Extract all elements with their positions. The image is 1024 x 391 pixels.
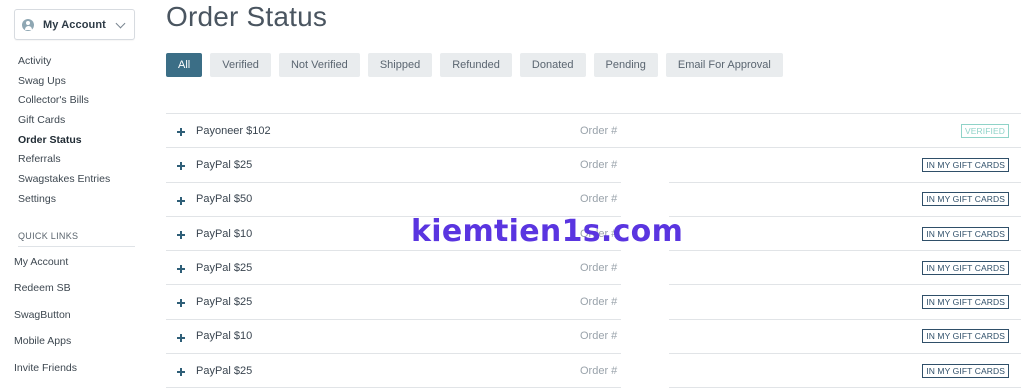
status-badge: VERIFIED [960,123,1009,138]
expand-plus-icon[interactable] [177,162,185,171]
status-filter-tabs: All Verified Not Verified Shipped Refund… [166,53,791,77]
order-name: PayPal $10 [196,227,253,240]
order-name: PayPal $10 [196,330,253,343]
sidebar: My Account Activity Swag Ups Collector's… [0,0,140,391]
my-account-label: My Account [43,18,106,31]
order-number: Order # [580,364,618,377]
my-account-dropdown[interactable]: My Account [14,9,135,40]
order-list: Payoneer $102 Order # VERIFIED PayPal $2… [166,113,1021,389]
expand-plus-icon[interactable] [177,333,185,342]
status-badge: IN MY GIFT CARDS [922,192,1009,207]
order-name: PayPal $25 [196,261,253,274]
quick-links-heading: QUICK LINKS [18,231,135,247]
order-name: Payoneer $102 [196,124,271,137]
status-badge: IN MY GIFT CARDS [922,260,1009,275]
account-nav: Activity Swag Ups Collector's Bills Gift… [18,54,110,212]
order-number: Order # [580,330,618,343]
order-row[interactable]: PayPal $25 Order # IN MY GIFT CARDS [166,251,1021,286]
expand-plus-icon[interactable] [177,128,185,136]
order-row[interactable]: PayPal $25 Order # IN MY GIFT CARDS [166,354,1021,389]
nav-item-referrals[interactable]: Referrals [18,152,110,172]
nav-item-settings[interactable]: Settings [18,192,110,212]
quick-link-invite-friends[interactable]: Invite Friends [14,361,77,387]
nav-item-order-status[interactable]: Order Status [18,133,110,153]
order-name: PayPal $25 [196,158,253,171]
expand-plus-icon[interactable] [177,265,185,274]
order-row[interactable]: PayPal $10 Order # IN MY GIFT CARDS [166,320,1021,355]
quick-link-redeem-sb[interactable]: Redeem SB [14,281,77,307]
redaction-band [621,148,669,391]
filter-refunded[interactable]: Refunded [440,53,512,77]
page-title: Order Status [166,1,328,32]
user-avatar-icon [22,18,34,31]
nav-item-swag-ups[interactable]: Swag Ups [18,74,110,94]
filter-donated[interactable]: Donated [519,53,586,77]
order-number: Order # [580,158,618,171]
nav-item-collectors-bills[interactable]: Collector's Bills [18,93,110,113]
order-number: Order # [580,193,618,206]
expand-plus-icon[interactable] [177,368,185,377]
status-badge: IN MY GIFT CARDS [922,295,1009,310]
quick-links-list: My Account Redeem SB SwagButton Mobile A… [14,255,77,387]
filter-all[interactable]: All [166,53,203,77]
nav-item-swagstakes-entries[interactable]: Swagstakes Entries [18,172,110,192]
order-name: PayPal $25 [196,364,253,377]
order-number: Order # [580,261,618,274]
filter-shipped[interactable]: Shipped [367,53,433,77]
order-number: Order # [580,124,618,137]
status-badge: IN MY GIFT CARDS [922,329,1009,344]
nav-item-gift-cards[interactable]: Gift Cards [18,113,110,133]
order-row[interactable]: Payoneer $102 Order # VERIFIED [166,114,1021,149]
quick-link-swagbutton[interactable]: SwagButton [14,308,77,334]
status-badge: IN MY GIFT CARDS [922,157,1009,172]
order-row[interactable]: PayPal $25 Order # IN MY GIFT CARDS [166,285,1021,320]
order-name: PayPal $25 [196,296,253,309]
expand-plus-icon[interactable] [177,299,185,308]
status-badge: IN MY GIFT CARDS [922,363,1009,378]
quick-link-mobile-apps[interactable]: Mobile Apps [14,334,77,360]
quick-link-my-account[interactable]: My Account [14,255,77,281]
filter-pending[interactable]: Pending [593,53,658,77]
order-row[interactable]: PayPal $25 Order # IN MY GIFT CARDS [166,148,1021,183]
expand-plus-icon[interactable] [177,196,185,205]
filter-verified[interactable]: Verified [210,53,271,77]
status-badge: IN MY GIFT CARDS [922,226,1009,241]
watermark-text: kiemtien1s.com [411,214,684,249]
expand-plus-icon[interactable] [177,230,185,239]
filter-email-for-approval[interactable]: Email For Approval [665,53,783,77]
order-row[interactable]: PayPal $50 Order # IN MY GIFT CARDS [166,183,1021,217]
order-number: Order # [580,296,618,309]
nav-item-activity[interactable]: Activity [18,54,110,74]
order-name: PayPal $50 [196,193,253,206]
filter-not-verified[interactable]: Not Verified [278,53,360,77]
chevron-down-icon [115,18,126,29]
